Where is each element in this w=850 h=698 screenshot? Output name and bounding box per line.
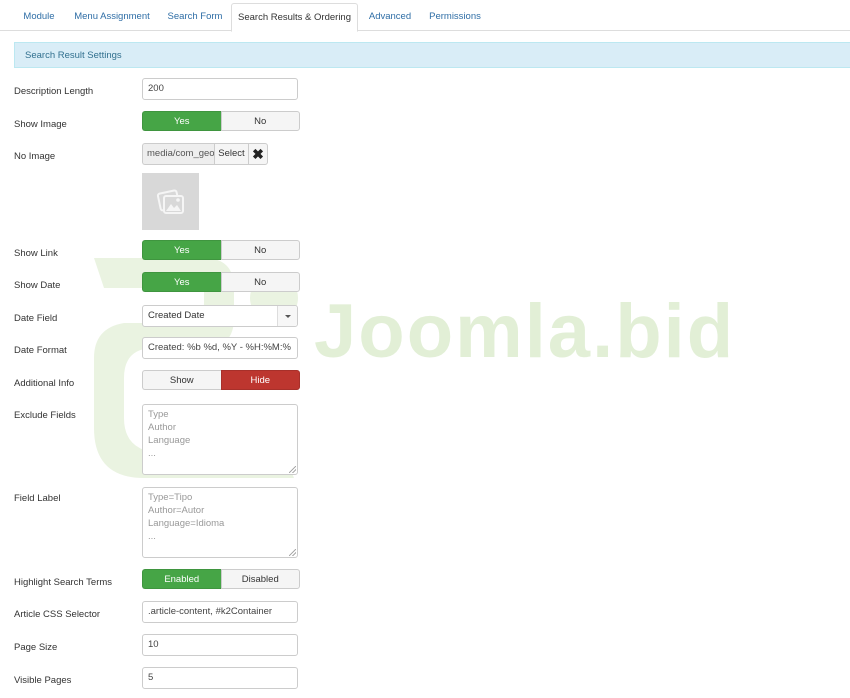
article-css-selector-label: Article CSS Selector xyxy=(14,609,101,620)
additional-info-hide[interactable]: Hide xyxy=(220,370,300,390)
date-format-label: Date Format xyxy=(14,345,67,356)
field-label-line: Type=Tipo xyxy=(148,492,193,503)
date-field-value: Created Date xyxy=(148,310,205,321)
chevron-down-icon xyxy=(277,306,297,326)
show-link-yes[interactable]: Yes xyxy=(142,240,221,260)
no-image-select-button[interactable]: Select xyxy=(214,143,248,165)
resize-handle[interactable] xyxy=(289,549,296,556)
resize-handle[interactable] xyxy=(289,466,296,473)
tab-bar: Module Menu Assignment Search Form Searc… xyxy=(0,0,850,32)
tab-permissions[interactable]: Permissions xyxy=(422,3,488,31)
tab-search-form[interactable]: Search Form xyxy=(160,3,230,31)
page-size-input[interactable]: 10 xyxy=(142,634,298,656)
additional-info-label: Additional Info xyxy=(14,378,75,389)
no-image-label: No Image xyxy=(14,151,56,162)
description-length-label: Description Length xyxy=(14,86,94,97)
tab-menu-assignment[interactable]: Menu Assignment xyxy=(68,3,156,31)
visible-pages-label: Visible Pages xyxy=(14,675,72,686)
highlight-disabled[interactable]: Disabled xyxy=(220,569,300,589)
show-link-label: Show Link xyxy=(14,248,58,259)
show-date-yes[interactable]: Yes xyxy=(142,272,221,292)
date-field-select[interactable]: Created Date xyxy=(142,305,298,327)
show-image-label: Show Image xyxy=(14,119,67,130)
exclude-fields-line: ... xyxy=(148,448,156,459)
section-header: Search Result Settings xyxy=(14,42,850,68)
exclude-fields-label: Exclude Fields xyxy=(14,410,76,421)
show-date-no[interactable]: No xyxy=(220,272,300,292)
image-preview xyxy=(142,173,199,230)
show-link-toggle: Yes No xyxy=(142,240,300,260)
show-date-toggle: Yes No xyxy=(142,272,300,292)
exclude-fields-line: Author xyxy=(148,422,176,433)
show-date-label: Show Date xyxy=(14,280,61,291)
show-image-toggle: Yes No xyxy=(142,111,300,131)
watermark-text: Joomla.bid xyxy=(314,289,736,374)
highlight-search-terms-toggle: Enabled Disabled xyxy=(142,569,300,589)
field-label-line: ... xyxy=(148,531,156,542)
highlight-enabled[interactable]: Enabled xyxy=(142,569,221,589)
field-label-label: Field Label xyxy=(14,493,61,504)
additional-info-toggle: Show Hide xyxy=(142,370,300,390)
no-image-path[interactable]: media/com_geo xyxy=(142,143,214,165)
article-css-selector-input[interactable]: .article-content, #k2Container xyxy=(142,601,298,623)
additional-info-show[interactable]: Show xyxy=(142,370,221,390)
tab-module[interactable]: Module xyxy=(14,3,64,31)
date-field-label: Date Field xyxy=(14,313,58,324)
image-placeholder-icon xyxy=(156,189,184,214)
field-label-line: Language=Idioma xyxy=(148,518,225,529)
show-link-no[interactable]: No xyxy=(220,240,300,260)
exclude-fields-textarea[interactable]: Type Author Language ... xyxy=(142,404,298,475)
exclude-fields-line: Language xyxy=(148,435,191,446)
close-icon[interactable]: ✖ xyxy=(248,143,268,165)
date-format-input[interactable]: Created: %b %d, %Y - %H:%M:% xyxy=(142,337,298,359)
field-label-line: Author=Autor xyxy=(148,505,205,516)
exclude-fields-line: Type xyxy=(148,409,169,420)
tab-search-results-ordering[interactable]: Search Results & Ordering xyxy=(231,3,358,32)
tab-advanced[interactable]: Advanced xyxy=(362,3,418,31)
show-image-yes[interactable]: Yes xyxy=(142,111,221,131)
highlight-search-terms-label: Highlight Search Terms xyxy=(14,577,113,588)
show-image-no[interactable]: No xyxy=(220,111,300,131)
page-size-label: Page Size xyxy=(14,642,58,653)
description-length-input[interactable]: 200 xyxy=(142,78,298,100)
field-label-textarea[interactable]: Type=Tipo Author=Autor Language=Idioma .… xyxy=(142,487,298,558)
no-image-media-field: media/com_geo Select ✖ xyxy=(142,143,268,165)
visible-pages-input[interactable]: 5 xyxy=(142,667,298,689)
